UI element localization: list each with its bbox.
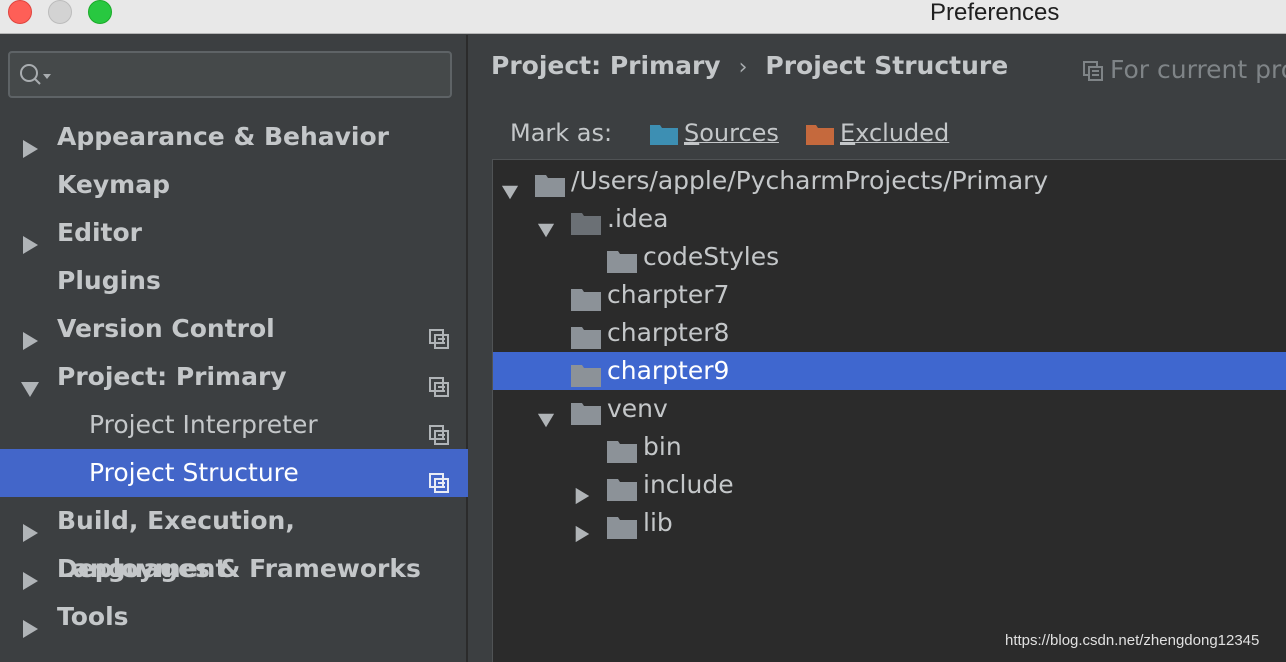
- excluded-folder-icon: [806, 125, 834, 145]
- watermark: https://blog.csdn.net/zhengdong12345: [1005, 632, 1260, 649]
- tree-node-include[interactable]: include: [493, 466, 1286, 505]
- tree-node-bin[interactable]: bin: [493, 428, 1286, 466]
- minimize-window-button[interactable]: [48, 0, 72, 24]
- chevron-right-icon[interactable]: [20, 223, 40, 254]
- sidebar-item-editor[interactable]: Editor: [0, 209, 468, 257]
- sidebar-item-plugins[interactable]: Plugins: [0, 257, 468, 305]
- sidebar-item-label: Appearance & Behavior: [57, 122, 389, 151]
- tree-node-label: bin: [643, 432, 682, 461]
- chevron-down-icon[interactable]: [20, 367, 40, 397]
- excluded-rest: xcluded: [855, 119, 950, 147]
- sidebar-item-tools[interactable]: Tools: [0, 593, 468, 641]
- main-panel: Project: Primary › Project Structure For c…: [470, 35, 1286, 662]
- close-window-button[interactable]: [8, 0, 32, 24]
- sidebar-item-keymap[interactable]: Keymap: [0, 161, 468, 209]
- for-current-project-label: For current pro: [1110, 55, 1286, 84]
- folder-icon: [571, 284, 601, 311]
- tree-node-idea[interactable]: .idea: [493, 200, 1286, 238]
- tree-node-label: codeStyles: [643, 242, 780, 271]
- copy-settings-icon: [1083, 61, 1103, 81]
- sidebar-item-project-structure[interactable]: Project Structure: [0, 449, 468, 497]
- sidebar-item-label: Project Interpreter: [89, 410, 318, 439]
- tree-node-label: charpter8: [607, 318, 730, 347]
- chevron-right-icon[interactable]: [20, 127, 40, 158]
- tree-node-label: charpter9: [607, 356, 730, 385]
- chevron-right-icon[interactable]: [20, 319, 40, 350]
- window-title: Preferences: [930, 0, 1060, 26]
- tree-node-charpter9[interactable]: charpter9: [493, 352, 1286, 390]
- sidebar-item-version-control[interactable]: Version Control: [0, 305, 468, 353]
- folder-icon: [607, 246, 637, 273]
- sidebar-item-label: Version Control: [57, 314, 275, 343]
- tree-node-charpter8[interactable]: charpter8: [493, 314, 1286, 352]
- title-bar: Preferences: [0, 0, 1286, 34]
- sidebar-item-label: Plugins: [57, 266, 161, 295]
- sidebar-item-project-primary[interactable]: Project: Primary: [0, 353, 468, 401]
- folder-icon: [571, 398, 601, 425]
- settings-sidebar: Appearance & Behavior Keymap Editor Plugins…: [0, 35, 468, 662]
- sources-rest: ources: [699, 119, 779, 147]
- breadcrumb-current: Project Structure: [765, 51, 1009, 80]
- chevron-right-icon[interactable]: [20, 511, 40, 542]
- folder-icon: [571, 360, 601, 387]
- breadcrumb-separator: ›: [738, 55, 748, 80]
- mark-excluded-label: Excluded: [840, 119, 949, 147]
- chevron-right-icon[interactable]: [573, 478, 591, 505]
- copy-settings-icon: [428, 414, 450, 445]
- mark-sources-label: Sources: [684, 119, 779, 147]
- folder-icon: [607, 474, 637, 501]
- tree-node-codestyles[interactable]: codeStyles: [493, 238, 1286, 276]
- folder-icon: [607, 512, 637, 539]
- sources-folder-icon: [650, 125, 678, 145]
- mark-as-toolbar: Mark as: Sources Excluded: [510, 119, 949, 147]
- mark-as-label: Mark as:: [510, 119, 613, 147]
- tree-node-label: venv: [607, 394, 668, 423]
- folder-icon: [535, 170, 565, 197]
- folder-icon: [571, 322, 601, 349]
- sidebar-item-project-interpreter[interactable]: Project Interpreter: [0, 401, 468, 449]
- tree-node-label: /Users/apple/PycharmProjects/Primary: [571, 166, 1049, 195]
- copy-settings-icon: [428, 318, 450, 349]
- sidebar-item-label: Project Structure: [89, 458, 299, 487]
- sidebar-item-label: Editor: [57, 218, 142, 247]
- sidebar-item-languages-frameworks[interactable]: Languages & Frameworks: [0, 545, 468, 593]
- sidebar-item-label: Project: Primary: [57, 362, 287, 391]
- content-root-tree[interactable]: /Users/apple/PycharmProjects/Primary .ide…: [492, 159, 1286, 662]
- tree-node-label: .idea: [607, 204, 669, 233]
- excluded-mnemonic: E: [840, 119, 856, 147]
- tree-node-venv[interactable]: venv: [493, 390, 1286, 428]
- maximize-window-button[interactable]: [88, 0, 112, 24]
- copy-settings-icon: [428, 462, 450, 493]
- search-icon: [20, 64, 51, 85]
- sidebar-item-label: Languages & Frameworks: [57, 554, 421, 583]
- sidebar-item-label: Tools: [57, 602, 129, 631]
- tree-node-lib[interactable]: lib: [493, 504, 1286, 543]
- tree-node-charpter7[interactable]: charpter7: [493, 276, 1286, 314]
- sidebar-item-build-execution-deployment[interactable]: Build, Execution, Deployment: [0, 497, 468, 583]
- tree-node-label: lib: [643, 508, 673, 537]
- tree-node-label: charpter7: [607, 280, 730, 309]
- tree-node-users-apple-pycharmprojects-primary[interactable]: /Users/apple/PycharmProjects/Primary: [493, 162, 1286, 200]
- tree-node-label: include: [643, 470, 734, 499]
- folder-icon: [607, 436, 637, 463]
- chevron-right-icon[interactable]: [20, 607, 40, 638]
- sources-mnemonic: S: [684, 119, 700, 147]
- sidebar-item-appearance-behavior[interactable]: Appearance & Behavior: [0, 113, 468, 161]
- for-current-project-note: For current pro: [1082, 55, 1286, 84]
- chevron-right-icon[interactable]: [20, 559, 40, 590]
- chevron-down-icon[interactable]: [537, 212, 555, 238]
- breadcrumb: Project: Primary › Project Structure: [491, 51, 1008, 80]
- folder-icon: [571, 208, 601, 235]
- sidebar-item-label: Keymap: [57, 170, 171, 199]
- chevron-down-icon[interactable]: [501, 174, 519, 200]
- copy-settings-icon: [428, 366, 450, 397]
- breadcrumb-parent[interactable]: Project: Primary: [491, 51, 721, 80]
- chevron-down-icon[interactable]: [537, 402, 555, 428]
- chevron-right-icon[interactable]: [573, 516, 591, 543]
- search-input[interactable]: [8, 51, 452, 98]
